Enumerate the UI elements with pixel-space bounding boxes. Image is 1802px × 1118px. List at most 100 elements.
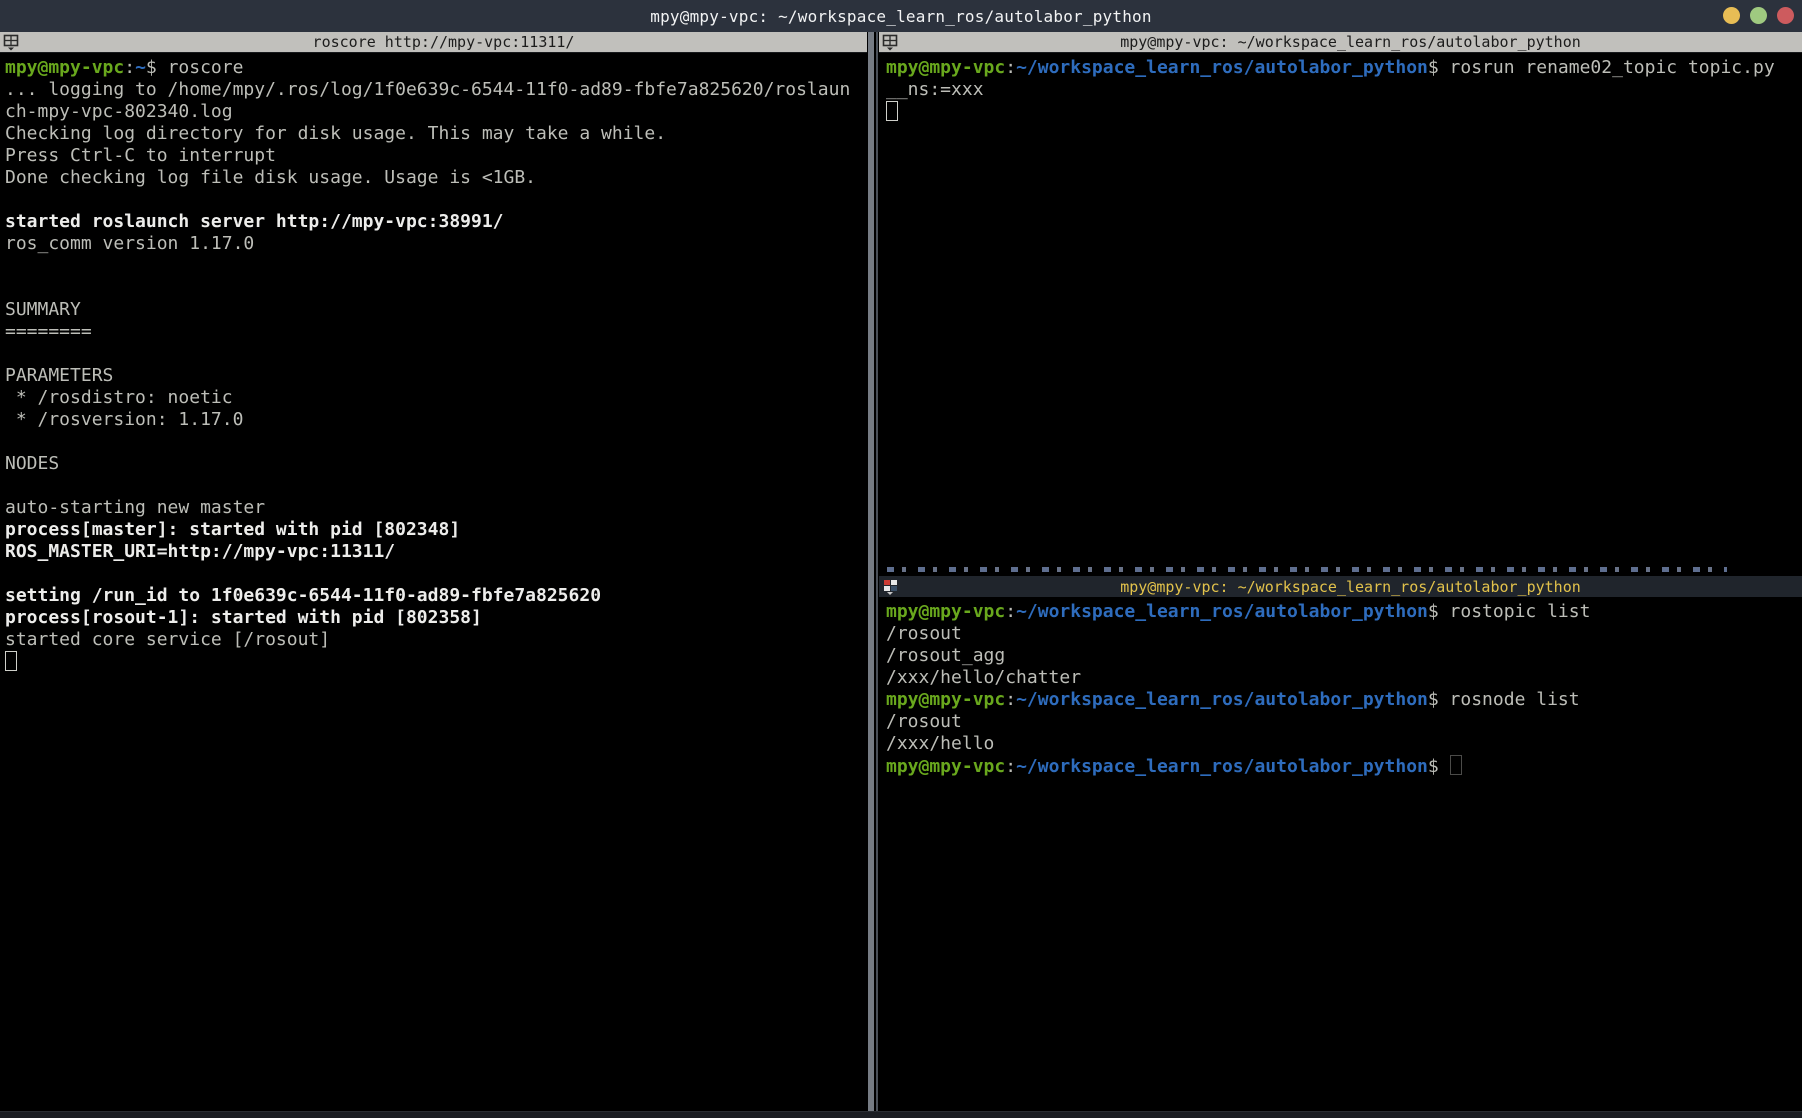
- terminator-grid-icon[interactable]: [3, 34, 20, 51]
- maximize-button[interactable]: [1750, 7, 1767, 24]
- terminal-line: NODES: [5, 453, 867, 475]
- terminal-line: started roslaunch server http://mpy-vpc:…: [5, 211, 867, 233]
- terminal-cursor: [5, 651, 17, 671]
- terminator-grid-icon-focused[interactable]: [882, 578, 899, 595]
- terminal-text-segment: ... logging to /home/mpy/.ros/log/1f0e63…: [5, 79, 850, 100]
- terminal-text-segment: /rosout_agg: [886, 645, 1005, 666]
- pane-titlebar-bottom-right[interactable]: mpy@mpy-vpc: ~/workspace_learn_ros/autol…: [879, 575, 1802, 598]
- terminal-line: ========: [5, 321, 867, 343]
- window-title: mpy@mpy-vpc: ~/workspace_learn_ros/autol…: [650, 7, 1151, 26]
- window-titlebar[interactable]: mpy@mpy-vpc: ~/workspace_learn_ros/autol…: [0, 0, 1802, 32]
- terminal-line: SUMMARY: [5, 299, 867, 321]
- terminal-text-segment: ~/workspace_learn_ros/autolabor_python: [1016, 57, 1428, 78]
- terminal-text-segment: ~/workspace_learn_ros/autolabor_python: [1016, 689, 1428, 710]
- terminal-text-segment: $: [1428, 756, 1450, 777]
- terminal-text-segment: /rosout: [886, 711, 962, 732]
- terminal-line: [5, 189, 867, 211]
- terminal-text-segment: setting /run_id to 1f0e639c-6544-11f0-ad…: [5, 585, 601, 606]
- terminal-line: [5, 431, 867, 453]
- vertical-splitter[interactable]: [867, 32, 879, 1112]
- terminal-line: /rosout: [886, 711, 1802, 733]
- terminal-line: setting /run_id to 1f0e639c-6544-11f0-ad…: [5, 585, 867, 607]
- terminal-line: mpy@mpy-vpc:~/workspace_learn_ros/autola…: [886, 755, 1802, 777]
- terminal-line: PARAMETERS: [5, 365, 867, 387]
- terminator-window: mpy@mpy-vpc: ~/workspace_learn_ros/autol…: [0, 0, 1802, 1118]
- pane-title: mpy@mpy-vpc: ~/workspace_learn_ros/autol…: [899, 33, 1802, 51]
- terminal-text-segment: mpy@mpy-vpc: [886, 57, 1005, 78]
- terminal-line: [5, 255, 867, 277]
- terminal-text-segment: ros_comm version 1.17.0: [5, 233, 254, 254]
- terminal-text-segment: started core service [/rosout]: [5, 629, 330, 650]
- terminal-text-segment: :: [124, 57, 135, 78]
- pane-title: mpy@mpy-vpc: ~/workspace_learn_ros/autol…: [899, 578, 1802, 596]
- terminal-text-segment: :: [1005, 57, 1016, 78]
- terminal-line: /rosout_agg: [886, 645, 1802, 667]
- terminal-text-segment: $ rosnode list: [1428, 689, 1580, 710]
- terminal-line: __ns:=xxx: [886, 79, 1802, 101]
- terminal-text-segment: * /rosversion: 1.17.0: [5, 409, 243, 430]
- terminal-text-segment: process[master]: started with pid [80234…: [5, 519, 460, 540]
- pane-titlebar-top-right[interactable]: mpy@mpy-vpc: ~/workspace_learn_ros/autol…: [879, 32, 1802, 53]
- terminal-text-segment: Checking log directory for disk usage. T…: [5, 123, 666, 144]
- terminator-grid-icon[interactable]: [882, 34, 899, 51]
- terminal-text-segment: mpy@mpy-vpc: [886, 756, 1005, 777]
- terminal-text-segment: started roslaunch server http://mpy-vpc:…: [5, 211, 504, 232]
- terminal-line: [5, 475, 867, 497]
- terminal-line: [886, 101, 1802, 123]
- terminal-text-segment: PARAMETERS: [5, 365, 113, 386]
- terminal-roscore[interactable]: mpy@mpy-vpc:~$ roscore... logging to /ho…: [0, 53, 867, 1109]
- terminal-line: ... logging to /home/mpy/.ros/log/1f0e63…: [5, 79, 867, 101]
- minimize-button[interactable]: [1723, 7, 1740, 24]
- terminal-line: mpy@mpy-vpc:~$ roscore: [5, 57, 867, 79]
- terminal-text-segment: :: [1005, 689, 1016, 710]
- close-button[interactable]: [1777, 7, 1794, 24]
- terminal-text-segment: $ rostopic list: [1428, 601, 1591, 622]
- terminal-rosrun[interactable]: mpy@mpy-vpc:~/workspace_learn_ros/autola…: [881, 53, 1802, 569]
- terminal-line: /xxx/hello: [886, 733, 1802, 755]
- terminal-line: [5, 343, 867, 365]
- terminal-text-segment: ~: [135, 57, 146, 78]
- terminal-text-segment: $ roscore: [146, 57, 244, 78]
- terminal-line: * /rosversion: 1.17.0: [5, 409, 867, 431]
- terminal-text-segment: ch-mpy-vpc-802340.log: [5, 101, 233, 122]
- terminal-line: started core service [/rosout]: [5, 629, 867, 651]
- terminal-line: [5, 651, 867, 673]
- terminal-text-segment: Press Ctrl-C to interrupt: [5, 145, 276, 166]
- terminal-rostopic[interactable]: mpy@mpy-vpc:~/workspace_learn_ros/autola…: [881, 597, 1802, 1109]
- terminal-line: mpy@mpy-vpc:~/workspace_learn_ros/autola…: [886, 601, 1802, 623]
- terminal-line: ch-mpy-vpc-802340.log: [5, 101, 867, 123]
- terminal-line: mpy@mpy-vpc:~/workspace_learn_ros/autola…: [886, 57, 1802, 79]
- terminal-line: /rosout: [886, 623, 1802, 645]
- pane-title: roscore http://mpy-vpc:11311/: [20, 33, 867, 51]
- terminal-cursor: [886, 101, 898, 121]
- terminal-line: ros_comm version 1.17.0: [5, 233, 867, 255]
- terminal-line: * /rosdistro: noetic: [5, 387, 867, 409]
- terminal-text-segment: auto-starting new master: [5, 497, 265, 518]
- window-bottom-edge: [0, 1111, 1802, 1118]
- terminal-cursor: [1450, 755, 1462, 775]
- clipped-text-row: [887, 567, 1727, 572]
- terminal-text-segment: Done checking log file disk usage. Usage…: [5, 167, 536, 188]
- terminal-text-segment: ROS_MASTER_URI=http://mpy-vpc:11311/: [5, 541, 395, 562]
- terminal-text-segment: process[rosout-1]: started with pid [802…: [5, 607, 482, 628]
- terminal-line: process[rosout-1]: started with pid [802…: [5, 607, 867, 629]
- terminal-line: /xxx/hello/chatter: [886, 667, 1802, 689]
- terminal-text-segment: :: [1005, 601, 1016, 622]
- terminal-text-segment: :: [1005, 756, 1016, 777]
- terminal-text-segment: __ns:=xxx: [886, 79, 984, 100]
- terminal-line: auto-starting new master: [5, 497, 867, 519]
- pane-titlebar-roscore[interactable]: roscore http://mpy-vpc:11311/: [0, 32, 867, 53]
- terminal-text-segment: NODES: [5, 453, 59, 474]
- terminal-text-segment: mpy@mpy-vpc: [5, 57, 124, 78]
- terminal-text-segment: ~/workspace_learn_ros/autolabor_python: [1016, 601, 1428, 622]
- terminal-line: mpy@mpy-vpc:~/workspace_learn_ros/autola…: [886, 689, 1802, 711]
- terminal-text-segment: SUMMARY: [5, 299, 81, 320]
- terminal-text-segment: mpy@mpy-vpc: [886, 601, 1005, 622]
- terminal-line: [5, 563, 867, 585]
- terminal-line: Checking log directory for disk usage. T…: [5, 123, 867, 145]
- terminal-text-segment: /xxx/hello/chatter: [886, 667, 1081, 688]
- terminal-line: ROS_MASTER_URI=http://mpy-vpc:11311/: [5, 541, 867, 563]
- terminal-line: Done checking log file disk usage. Usage…: [5, 167, 867, 189]
- terminal-text-segment: mpy@mpy-vpc: [886, 689, 1005, 710]
- terminal-text-segment: ========: [5, 321, 92, 342]
